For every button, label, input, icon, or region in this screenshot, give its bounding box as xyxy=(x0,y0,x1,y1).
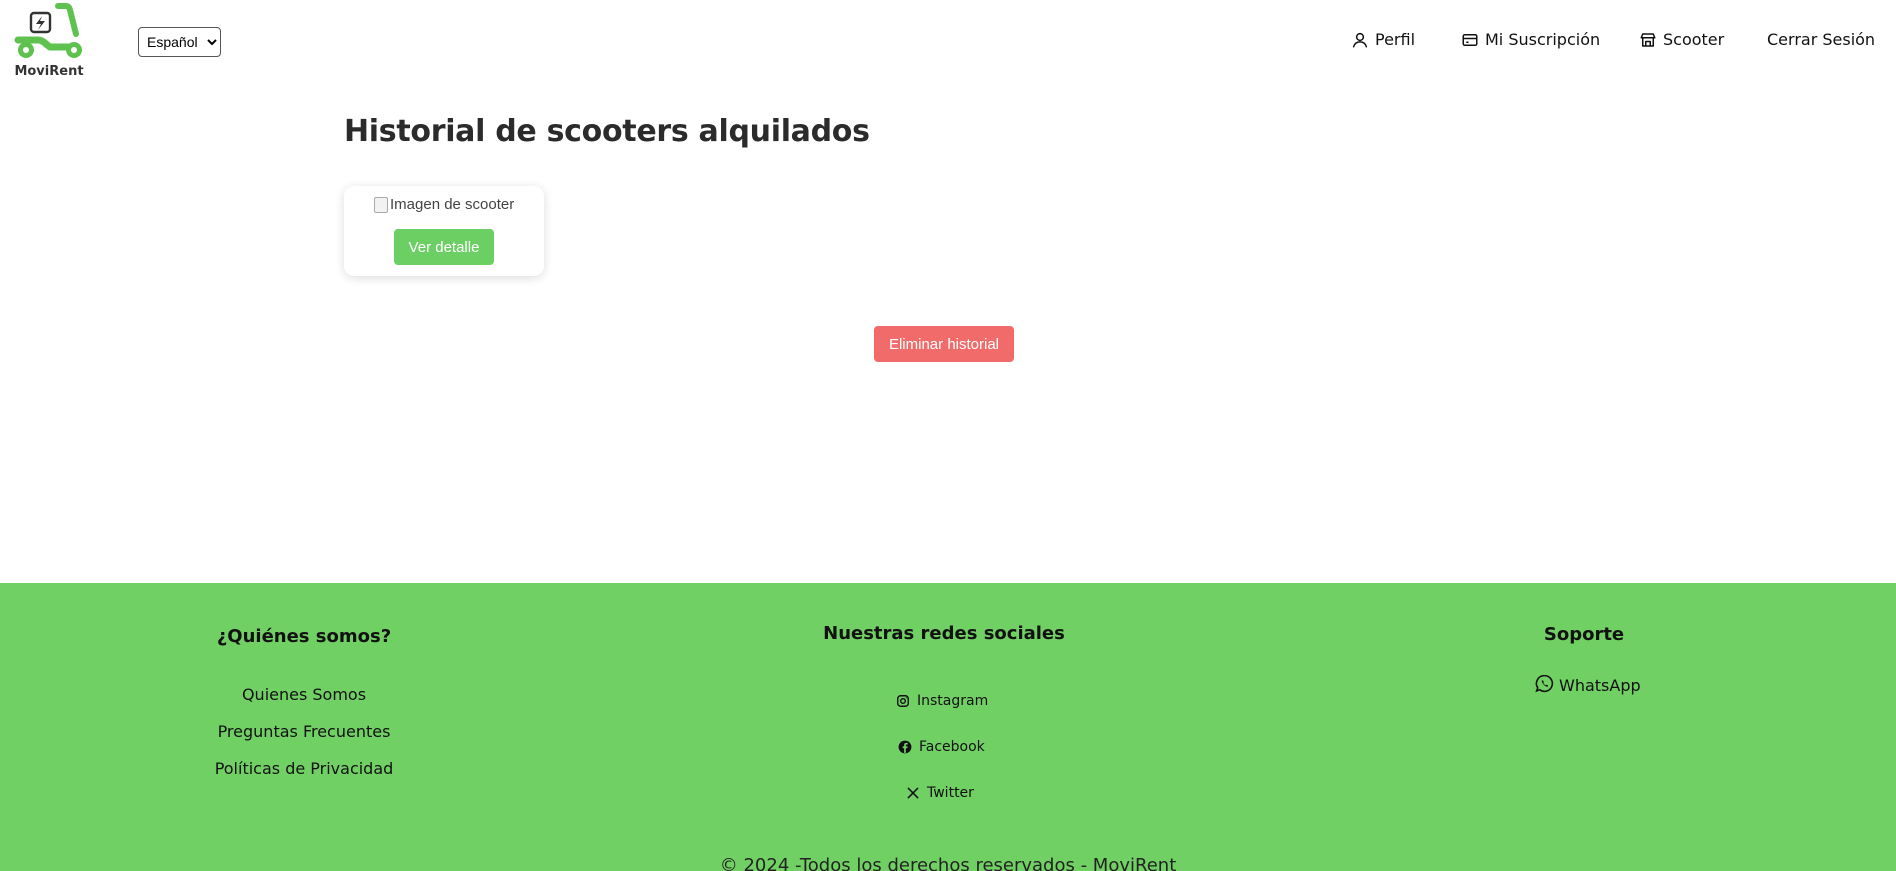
social-heading: Nuestras redes sociales xyxy=(823,623,1065,644)
nav-cerrar-sesion[interactable]: Cerrar Sesión xyxy=(1767,30,1875,49)
whatsapp-label: WhatsApp xyxy=(1559,676,1641,695)
language-select[interactable]: Español xyxy=(138,27,221,57)
about-link-faq[interactable]: Preguntas Frecuentes xyxy=(184,722,424,741)
instagram-icon xyxy=(896,694,910,708)
broken-image-icon xyxy=(374,196,388,213)
nav-scooter[interactable]: Scooter xyxy=(1639,30,1724,49)
support-link-whatsapp[interactable]: WhatsApp xyxy=(1534,673,1641,698)
user-icon xyxy=(1351,31,1369,49)
scooter-image: Imagen de scooter xyxy=(374,196,514,213)
about-link-quienes-somos[interactable]: Quienes Somos xyxy=(184,685,424,704)
store-icon xyxy=(1639,31,1657,49)
facebook-label: Facebook xyxy=(919,739,985,755)
nav-cerrar-sesion-label: Cerrar Sesión xyxy=(1767,30,1876,49)
facebook-icon xyxy=(898,740,912,754)
page-title: Historial de scooters alquilados xyxy=(344,114,870,149)
nav-scooter-label: Scooter xyxy=(1663,30,1725,49)
header: MoviRent Español Perfil Mi Suscripción S… xyxy=(0,0,1896,90)
footer: ¿Quiénes somos? Quienes Somos Preguntas … xyxy=(0,583,1896,871)
nav-mi-suscripcion-label: Mi Suscripción xyxy=(1485,30,1601,49)
nav-mi-suscripcion[interactable]: Mi Suscripción xyxy=(1461,30,1600,49)
nav-perfil[interactable]: Perfil xyxy=(1351,30,1415,49)
social-link-twitter[interactable]: Twitter xyxy=(906,785,974,801)
about-link-privacy[interactable]: Políticas de Privacidad xyxy=(184,759,424,778)
delete-history-button[interactable]: Eliminar historial xyxy=(874,326,1014,362)
copyright: © 2024 -Todos los derechos reservados - … xyxy=(719,855,1177,871)
about-heading: ¿Quiénes somos? xyxy=(216,626,392,647)
x-twitter-icon xyxy=(906,786,920,800)
credit-card-icon xyxy=(1461,31,1479,49)
instagram-label: Instagram xyxy=(917,693,989,709)
social-link-instagram[interactable]: Instagram xyxy=(896,693,988,709)
scooter-logo-icon xyxy=(14,3,82,58)
twitter-label: Twitter xyxy=(927,785,974,801)
whatsapp-icon xyxy=(1534,673,1555,698)
social-link-facebook[interactable]: Facebook xyxy=(898,739,985,755)
logo-text: MoviRent xyxy=(14,64,84,79)
support-heading: Soporte xyxy=(1543,624,1625,645)
view-detail-button[interactable]: Ver detalle xyxy=(394,229,494,265)
scooter-image-alt: Imagen de scooter xyxy=(390,196,515,213)
scooter-card: Imagen de scooter Ver detalle xyxy=(344,186,544,276)
nav-perfil-label: Perfil xyxy=(1375,30,1416,49)
logo[interactable]: MoviRent xyxy=(14,2,84,82)
